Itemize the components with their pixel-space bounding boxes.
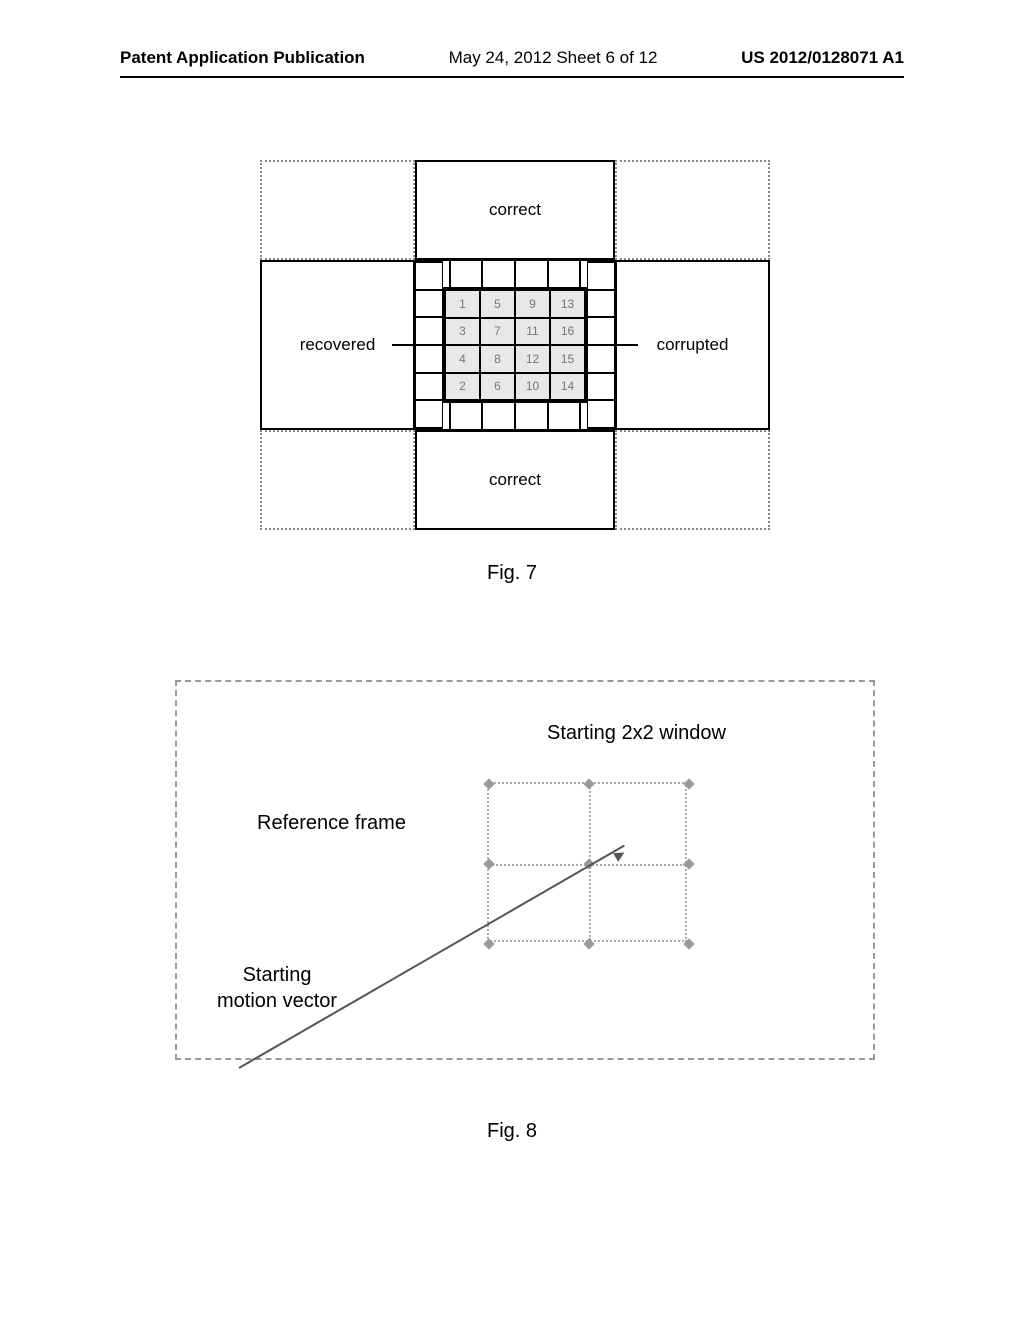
grid-cell: 1 <box>445 290 480 318</box>
motion-vector-arrow <box>239 845 625 1069</box>
corner-box <box>615 430 770 530</box>
leader-line <box>614 344 638 346</box>
grid-cell: 3 <box>445 318 480 346</box>
grid-cell: 8 <box>480 345 515 373</box>
figure-8: Starting 2x2 window Reference frame Star… <box>175 680 875 1060</box>
grid-cell: 2 <box>445 373 480 401</box>
label-starting-motion-vector: Starting motion vector <box>217 962 337 1014</box>
grid-cell: 9 <box>515 290 550 318</box>
header-center: May 24, 2012 Sheet 6 of 12 <box>449 48 658 68</box>
header-rule <box>120 76 904 78</box>
corner-box <box>260 160 415 260</box>
grid-cell: 4 <box>445 345 480 373</box>
figure-7-caption: Fig. 7 <box>0 562 1024 585</box>
block-label: correct <box>489 200 541 220</box>
block-label: correct <box>489 470 541 490</box>
grid-cell: 5 <box>480 290 515 318</box>
outer-pixel-row <box>415 402 615 430</box>
page-header: Patent Application Publication May 24, 2… <box>0 48 1024 68</box>
figure-7: correct correct recovered corrupted 1 5 … <box>260 160 770 530</box>
grid-cell: 14 <box>550 373 585 401</box>
starting-window-box <box>487 782 687 942</box>
grid-cell: 13 <box>550 290 585 318</box>
block-corrupted: corrupted <box>615 260 770 430</box>
grid-cell: 12 <box>515 345 550 373</box>
block-label: corrupted <box>657 335 729 355</box>
grid-cell: 16 <box>550 318 585 346</box>
center-grid: 1 5 9 13 3 7 11 16 4 8 12 15 2 6 10 14 <box>443 288 587 402</box>
header-right: US 2012/0128071 A1 <box>741 48 904 68</box>
outer-pixel-row <box>415 260 615 288</box>
block-correct-top: correct <box>415 160 615 260</box>
figure-8-caption: Fig. 8 <box>0 1120 1024 1143</box>
outer-pixel-col <box>587 260 615 430</box>
block-correct-bottom: correct <box>415 430 615 530</box>
grid-cell: 7 <box>480 318 515 346</box>
leader-line <box>392 344 416 346</box>
grid-cell: 10 <box>515 373 550 401</box>
label-line: Starting <box>243 964 312 986</box>
grid-cell: 6 <box>480 373 515 401</box>
fig7-cross: correct correct recovered corrupted 1 5 … <box>260 160 770 530</box>
grid-cell: 15 <box>550 345 585 373</box>
corner-box <box>260 430 415 530</box>
label-starting-window: Starting 2x2 window <box>547 722 726 745</box>
corner-box <box>615 160 770 260</box>
outer-pixel-col <box>415 260 443 430</box>
label-reference-frame: Reference frame <box>257 812 406 835</box>
block-label: recovered <box>300 335 376 355</box>
grid-cell: 11 <box>515 318 550 346</box>
label-line: motion vector <box>217 990 337 1012</box>
header-left: Patent Application Publication <box>120 48 365 68</box>
